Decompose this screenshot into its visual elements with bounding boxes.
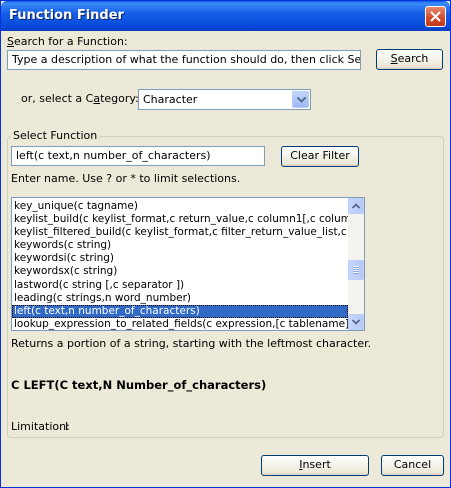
clear-filter-button[interactable]: Clear Filter (281, 146, 359, 167)
chevron-down-icon (352, 319, 360, 325)
limitation-label: Limitation: (11, 420, 70, 433)
list-item[interactable]: keylist_build(c keylist_format,c return_… (12, 213, 348, 226)
scroll-thumb[interactable] (348, 260, 364, 280)
title-bar: Function Finder (1, 1, 450, 31)
function-signature: C LEFT(C text,N Number_of_characters) (11, 378, 267, 392)
insert-button[interactable]: Insert (261, 455, 369, 476)
search-label: Search for a Function: (7, 35, 128, 48)
search-input[interactable]: Type a description of what the function … (7, 50, 361, 70)
category-dropdown-button[interactable] (292, 91, 309, 108)
list-item[interactable]: left(c text,n number_of_characters) (12, 304, 348, 318)
limitation-value: I (65, 420, 69, 433)
category-selected-value: Character (143, 93, 198, 106)
list-item[interactable]: leading(c strings,n word_number) (12, 292, 348, 305)
select-function-group-label: Select Function (11, 129, 100, 142)
list-item[interactable]: lookup_expression_to_related_fields(c ex… (12, 318, 348, 330)
listbox-scrollbar[interactable] (348, 198, 364, 330)
scroll-down-button[interactable] (348, 314, 364, 330)
window-title: Function Finder (9, 8, 124, 23)
function-description: Returns a portion of a string, starting … (11, 337, 372, 350)
list-item[interactable]: keylist_filtered_build(c keylist_format,… (12, 226, 348, 239)
function-list: key_unique(c tagname) keylist_build(c key… (12, 200, 348, 330)
chevron-up-icon (352, 203, 360, 209)
list-item[interactable]: keywordsi(c string) (12, 252, 348, 265)
close-button[interactable] (425, 6, 446, 27)
list-item[interactable]: key_unique(c tagname) (12, 200, 348, 213)
function-name-input[interactable]: left(c text,n number_of_characters) (11, 146, 265, 166)
function-finder-dialog: Function Finder Search for a Function: T… (0, 0, 451, 488)
chevron-down-icon (297, 97, 306, 103)
list-item[interactable]: keywords(c string) (12, 239, 348, 252)
list-item[interactable]: keywordsx(c string) (12, 265, 348, 278)
category-label: or, select a Category: (21, 92, 139, 105)
cancel-button[interactable]: Cancel (381, 455, 444, 476)
scroll-grip-icon (353, 266, 359, 274)
function-listbox[interactable]: key_unique(c tagname) keylist_build(c key… (11, 197, 365, 331)
close-icon (430, 11, 441, 22)
category-select[interactable]: Character (138, 89, 311, 110)
filter-hint: Enter name. Use ? or * to limit selectio… (11, 172, 241, 185)
search-button[interactable]: Search (376, 49, 443, 70)
list-item[interactable]: lastword(c string [,c separator ]) (12, 279, 348, 292)
scroll-up-button[interactable] (348, 198, 364, 214)
